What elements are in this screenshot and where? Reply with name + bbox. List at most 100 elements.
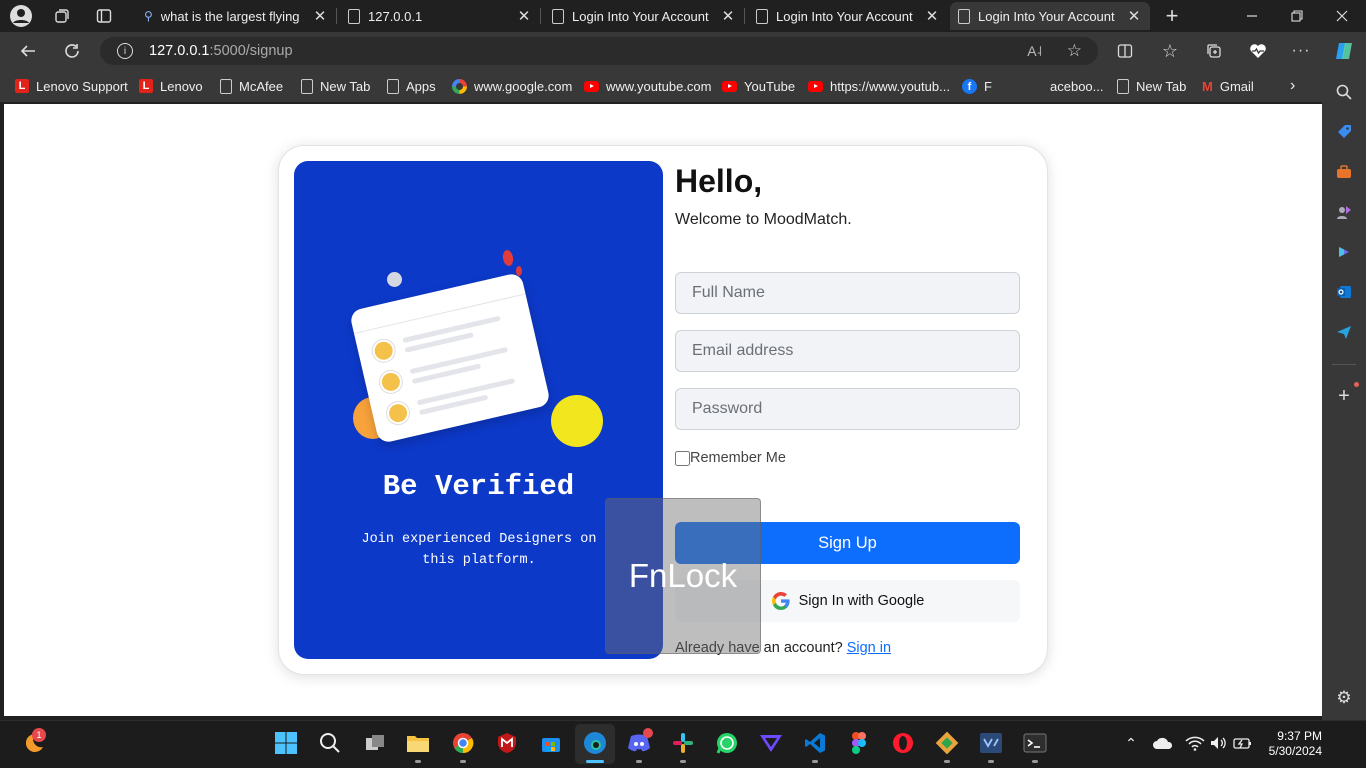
sidebar-send-icon[interactable]: [1334, 322, 1354, 342]
read-aloud-icon[interactable]: A˨: [1027, 43, 1042, 59]
sign-in-link[interactable]: Sign in: [847, 640, 891, 656]
url-path: :5000/signup: [209, 43, 293, 59]
visual-studio-icon[interactable]: [978, 730, 1004, 756]
bookmark-facebook[interactable]: fF: [962, 76, 992, 96]
running-indicator: [944, 760, 950, 763]
bookmark-mcafee[interactable]: McAfee: [220, 76, 283, 96]
running-indicator: [988, 760, 994, 763]
avatar: [370, 337, 397, 364]
remember-me[interactable]: Remember Me: [675, 450, 786, 466]
yellow-circle-icon: [551, 395, 603, 447]
minimize-button[interactable]: [1240, 4, 1264, 28]
sidebar-divider: [1332, 364, 1356, 365]
info-icon[interactable]: i: [117, 43, 133, 59]
close-window-button[interactable]: [1330, 4, 1354, 28]
terminal-icon[interactable]: [1022, 730, 1048, 756]
tab-actions-icon[interactable]: [92, 4, 116, 28]
workspaces-icon[interactable]: [50, 4, 74, 28]
bookmarks-overflow-chevron-icon[interactable]: ›: [1290, 76, 1295, 96]
sidebar-add-icon[interactable]: +: [1334, 385, 1354, 407]
figma-icon[interactable]: [846, 730, 872, 756]
collections-icon[interactable]: [1202, 39, 1226, 63]
mcafee-icon[interactable]: [494, 730, 520, 756]
bookmark-gmail[interactable]: M Gmail: [1202, 76, 1254, 96]
bookmark-new-tab[interactable]: New Tab: [301, 76, 370, 96]
bookmark-facebook-2[interactable]: aceboo...: [1050, 76, 1104, 96]
sidebar-tools-icon[interactable]: [1334, 162, 1354, 182]
vscode-icon[interactable]: [802, 730, 828, 756]
sidebar-outlook-icon[interactable]: [1334, 282, 1354, 302]
edge-icon[interactable]: [582, 730, 608, 756]
file-explorer-icon[interactable]: [405, 730, 431, 756]
full-name-input[interactable]: [675, 272, 1020, 314]
microsoft-store-icon[interactable]: [538, 730, 564, 756]
back-button[interactable]: [16, 39, 40, 63]
task-view-icon[interactable]: [362, 730, 388, 756]
bookmark-apps[interactable]: Apps: [387, 76, 436, 96]
remember-me-checkbox[interactable]: [675, 450, 690, 466]
taskbar-search-icon[interactable]: [317, 730, 343, 756]
close-icon[interactable]: ✕: [312, 7, 328, 25]
whatsapp-icon[interactable]: [714, 730, 740, 756]
start-windows-icon[interactable]: [273, 730, 299, 756]
discord-badge: [643, 728, 653, 738]
fnlock-overlay: FnLock: [605, 498, 761, 654]
copilot-icon[interactable]: [1332, 39, 1356, 63]
bookmark-lenovo-support[interactable]: L Lenovo Support: [15, 76, 128, 96]
lenovo-icon: L: [15, 79, 29, 93]
tab-login-active[interactable]: Login Into Your Account ✕: [950, 2, 1150, 30]
sidebar-settings-gear-icon[interactable]: ⚙: [1334, 688, 1354, 708]
remember-me-label: Remember Me: [690, 450, 786, 466]
favorites-icon[interactable]: ☆: [1158, 39, 1182, 63]
tab-search[interactable]: ⚲ what is the largest flying b ✕: [136, 2, 336, 30]
split-screen-icon[interactable]: [1113, 39, 1137, 63]
onedrive-cloud-icon[interactable]: [1150, 730, 1176, 756]
browser-essentials-icon[interactable]: [1246, 39, 1270, 63]
system-clock[interactable]: 9:37 PM 5/30/2024: [1258, 729, 1322, 759]
wifi-icon[interactable]: [1182, 730, 1208, 756]
bookmark-new-tab-2[interactable]: New Tab: [1117, 76, 1186, 96]
promo-subtitle: Join experienced Designers on this platf…: [361, 532, 597, 568]
tab-divider: [540, 8, 541, 24]
bookmark-google[interactable]: www.google.com: [452, 76, 572, 96]
proton-vpn-icon[interactable]: [758, 730, 784, 756]
tab-login-2[interactable]: Login Into Your Account ✕: [748, 2, 948, 30]
widget-badge: 1: [32, 728, 46, 742]
clock-time: 9:37 PM: [1277, 729, 1322, 743]
chrome-icon[interactable]: [450, 730, 476, 756]
google-g-icon: [771, 592, 790, 610]
bookmark-lenovo[interactable]: L Lenovo: [139, 76, 203, 96]
sidebar-copilot-icon[interactable]: [1334, 242, 1354, 262]
refresh-button[interactable]: [60, 39, 84, 63]
password-input[interactable]: [675, 388, 1020, 430]
battery-charging-icon[interactable]: [1230, 730, 1256, 756]
bookmark-youtube-url[interactable]: www.youtube.com: [584, 76, 712, 96]
sidebar-search-icon[interactable]: [1334, 82, 1354, 102]
git-app-icon[interactable]: [934, 730, 960, 756]
close-icon[interactable]: ✕: [1126, 7, 1142, 25]
address-bar[interactable]: i 127.0.0.1:5000/signup A˨ ☆: [100, 37, 1098, 65]
more-menu-icon[interactable]: ···: [1289, 39, 1313, 63]
opera-icon[interactable]: [890, 730, 916, 756]
tab-localhost[interactable]: 127.0.0.1 ✕: [340, 2, 540, 30]
favorite-star-icon[interactable]: ☆: [1067, 41, 1082, 61]
profile-icon[interactable]: [9, 4, 33, 28]
clock-date: 5/30/2024: [1268, 744, 1322, 758]
tab-login-1[interactable]: Login Into Your Account ✕: [544, 2, 744, 30]
close-icon[interactable]: ✕: [516, 7, 532, 25]
volume-icon[interactable]: [1206, 730, 1232, 756]
sidebar-games-icon[interactable]: [1334, 202, 1354, 222]
sidebar-shopping-icon[interactable]: [1334, 122, 1354, 142]
new-tab-button[interactable]: +: [1160, 3, 1184, 28]
avatar: [377, 368, 405, 396]
page-icon: [552, 8, 564, 24]
bookmark-youtube-https[interactable]: https://www.youtub...: [808, 76, 950, 96]
running-indicator: [415, 760, 421, 763]
close-icon[interactable]: ✕: [924, 7, 940, 25]
tray-chevron-up-icon[interactable]: ⌃: [1118, 730, 1144, 756]
close-icon[interactable]: ✕: [720, 7, 736, 25]
slack-icon[interactable]: [670, 730, 696, 756]
bookmark-youtube[interactable]: YouTube: [722, 76, 795, 96]
restore-button[interactable]: [1285, 4, 1309, 28]
email-input[interactable]: [675, 330, 1020, 372]
